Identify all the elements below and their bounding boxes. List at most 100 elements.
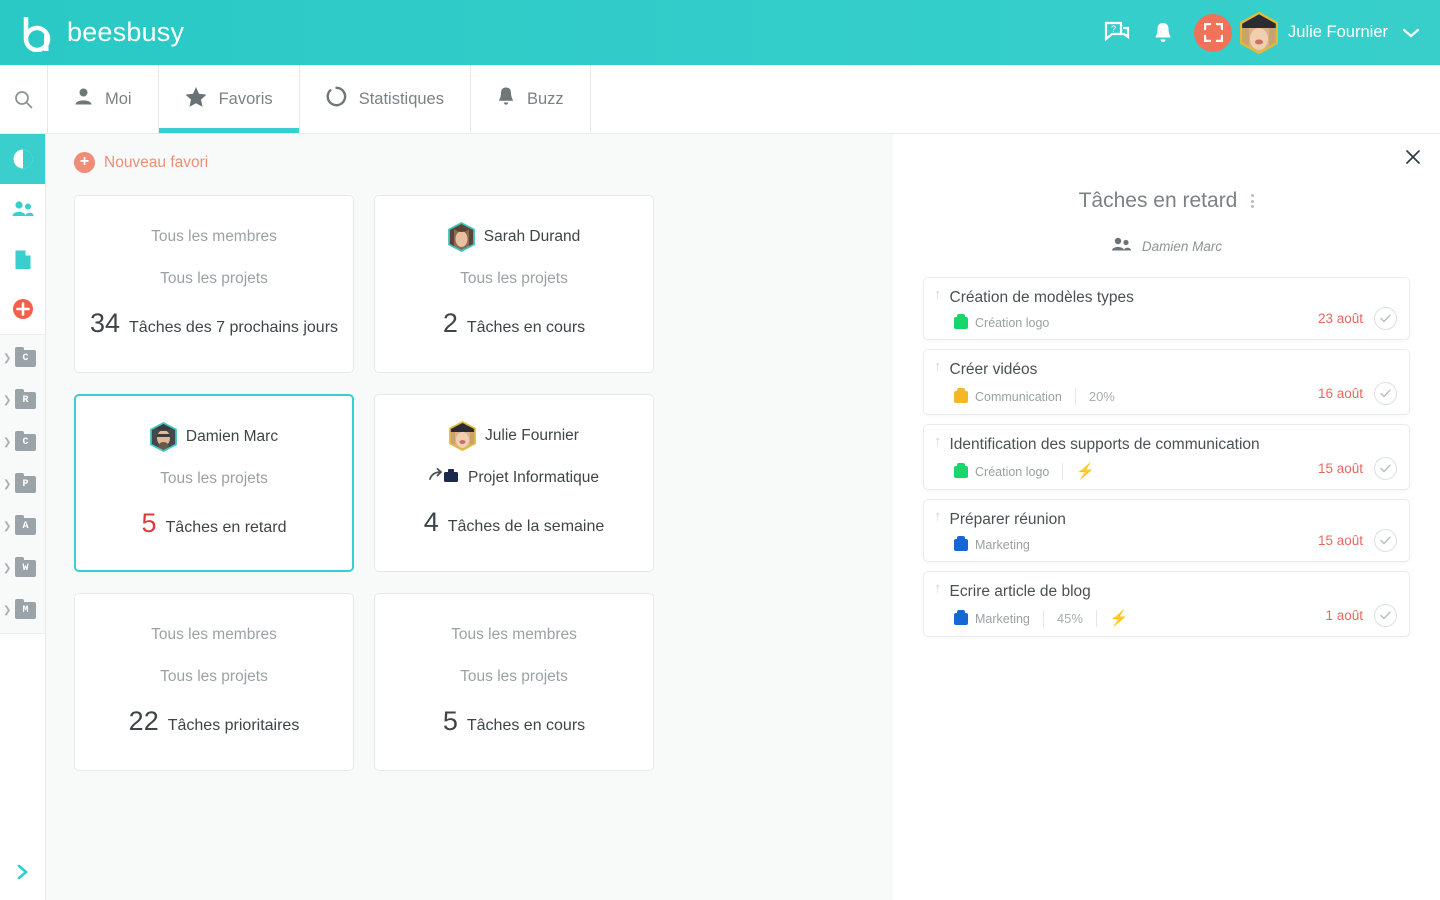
task-project: Création logo bbox=[954, 314, 1049, 330]
favorite-card[interactable]: Tous les membres Tous les projets 34 Tâc… bbox=[74, 195, 354, 373]
favorites-panel: + Nouveau favori Tous les membres Tous l… bbox=[46, 134, 893, 900]
card-member-label: Sarah Durand bbox=[483, 228, 581, 245]
card-member: Tous les membres bbox=[151, 222, 277, 252]
card-member-label: Tous les membres bbox=[151, 626, 277, 643]
card-project: Tous les projets bbox=[160, 665, 268, 689]
task-row[interactable]: ↑ Création de modèles types Création log… bbox=[923, 277, 1410, 340]
priority-arrow-icon: ↑ bbox=[934, 580, 942, 597]
new-favorite-button[interactable]: + Nouveau favori bbox=[74, 152, 893, 173]
rail-project-item[interactable]: ❯ A bbox=[0, 505, 45, 547]
user-name: Julie Fournier bbox=[1288, 23, 1388, 41]
fullscreen-icon[interactable] bbox=[1194, 13, 1233, 52]
card-member-label: Julie Fournier bbox=[485, 427, 579, 444]
task-head: ↑ Identification des supports de communi… bbox=[934, 434, 1397, 455]
chat-help-icon[interactable]: ? bbox=[1094, 10, 1140, 56]
beesbusy-logo-icon bbox=[22, 14, 58, 52]
team-icon[interactable] bbox=[0, 184, 45, 234]
task-row[interactable]: ↑ Ecrire article de blog Marketing 45% ⚡… bbox=[923, 571, 1410, 637]
favorite-card-selected[interactable]: Damien Marc Tous les projets 5 Tâches en… bbox=[74, 394, 354, 572]
divider bbox=[1062, 463, 1064, 480]
task-row[interactable]: ↑ Préparer réunion Marketing 15 août bbox=[923, 499, 1410, 562]
panel-header: Tâches en retard bbox=[893, 189, 1440, 213]
card-count-label: Tâches prioritaires bbox=[167, 717, 300, 734]
rail-project-item[interactable]: ❯ R bbox=[0, 379, 45, 421]
logo[interactable]: beesbusy bbox=[22, 14, 184, 52]
star-icon bbox=[185, 86, 207, 112]
card-count: 34 bbox=[89, 308, 121, 338]
task-due-date: 15 août bbox=[1317, 461, 1363, 476]
close-icon[interactable] bbox=[1398, 142, 1428, 172]
rail-expand-button[interactable] bbox=[0, 844, 45, 900]
header-actions: ? Julie Fournier bbox=[1094, 10, 1420, 56]
favorite-card[interactable]: Tous les membres Tous les projets 22 Tâc… bbox=[74, 593, 354, 771]
rail-project-item[interactable]: ❯ C bbox=[0, 337, 45, 379]
more-vertical-icon[interactable] bbox=[1251, 194, 1255, 208]
avatar[interactable] bbox=[1239, 11, 1279, 54]
share-briefcase-icon bbox=[429, 467, 461, 489]
avatar bbox=[150, 421, 177, 453]
chevron-right-icon: ❯ bbox=[3, 562, 12, 574]
card-count: 22 bbox=[128, 706, 159, 736]
card-project-label: Tous les projets bbox=[160, 470, 268, 487]
svg-text:?: ? bbox=[1111, 24, 1116, 34]
search-icon[interactable] bbox=[0, 65, 48, 133]
chevron-right-icon: ❯ bbox=[3, 520, 12, 532]
chevron-down-icon[interactable] bbox=[1402, 27, 1420, 39]
card-member: Sarah Durand bbox=[447, 221, 581, 253]
card-member-label: Tous les membres bbox=[151, 228, 277, 245]
logo-text: beesbusy bbox=[67, 17, 185, 47]
project-badge: M bbox=[15, 598, 36, 619]
tab-statistiques[interactable]: Statistiques bbox=[300, 65, 471, 133]
task-project-label: Création logo bbox=[975, 464, 1050, 479]
task-head: ↑ Création de modèles types bbox=[934, 287, 1397, 308]
tab-buzz[interactable]: Buzz bbox=[471, 65, 591, 133]
rail-project-item[interactable]: ❯ W bbox=[0, 547, 45, 589]
card-stat: 2 Tâches en cours bbox=[443, 308, 585, 339]
favorite-card[interactable]: Julie Fournier Projet Informatique 4 Tâc… bbox=[374, 394, 654, 572]
chevron-right-icon: ❯ bbox=[3, 352, 12, 364]
project-badge: P bbox=[15, 472, 36, 493]
card-count: 2 bbox=[442, 308, 458, 338]
task-row[interactable]: ↑ Identification des supports de communi… bbox=[923, 424, 1410, 490]
divider bbox=[1095, 610, 1097, 627]
briefcase-icon bbox=[954, 609, 968, 625]
tab-moi[interactable]: Moi bbox=[48, 65, 159, 133]
task-title: Ecrire article de blog bbox=[949, 583, 1091, 600]
card-project: Tous les projets bbox=[460, 665, 568, 689]
card-project: Projet Informatique bbox=[429, 466, 599, 490]
rail-project-item[interactable]: ❯ P bbox=[0, 463, 45, 505]
favorite-cards-grid: Tous les membres Tous les projets 34 Tâc… bbox=[74, 195, 893, 771]
tab-favoris[interactable]: Favoris bbox=[158, 65, 300, 133]
project-badge: W bbox=[15, 556, 36, 577]
card-count-label: Tâches en cours bbox=[466, 319, 586, 336]
document-icon[interactable] bbox=[0, 234, 45, 284]
chevron-right-icon: ❯ bbox=[3, 604, 12, 616]
favorite-card[interactable]: Tous les membres Tous les projets 5 Tâch… bbox=[374, 593, 654, 771]
pie-chart-icon bbox=[326, 86, 347, 112]
dashboard-icon[interactable] bbox=[0, 134, 45, 184]
tab-label: Moi bbox=[105, 89, 132, 108]
rail-project-item[interactable]: ❯ M bbox=[0, 589, 45, 631]
card-project-label: Tous les projets bbox=[160, 270, 268, 287]
person-icon bbox=[74, 87, 93, 111]
task-complete-checkbox[interactable] bbox=[1374, 604, 1397, 627]
card-stat: 22 Tâches prioritaires bbox=[129, 706, 300, 737]
card-project: Tous les projets bbox=[160, 267, 268, 291]
task-project-label: Marketing bbox=[975, 538, 1030, 552]
favorite-card[interactable]: Sarah Durand Tous les projets 2 Tâches e… bbox=[374, 195, 654, 373]
task-project-label: Communication bbox=[975, 389, 1062, 404]
task-complete-checkbox[interactable] bbox=[1374, 382, 1397, 405]
task-head: ↑ Préparer réunion bbox=[934, 509, 1397, 530]
rail-project-item[interactable]: ❯ C bbox=[0, 421, 45, 463]
bell-icon[interactable] bbox=[1140, 10, 1186, 56]
task-complete-checkbox[interactable] bbox=[1374, 529, 1397, 552]
add-icon[interactable] bbox=[0, 284, 45, 334]
briefcase-icon bbox=[954, 314, 968, 329]
card-stat: 4 Tâches de la semaine bbox=[424, 507, 605, 538]
priority-bolt-icon: ⚡ bbox=[1076, 462, 1096, 480]
task-complete-checkbox[interactable] bbox=[1374, 457, 1397, 480]
task-row[interactable]: ↑ Créer vidéos Communication 20% 16 août bbox=[923, 349, 1410, 415]
card-stat: 5 Tâches en cours bbox=[443, 706, 585, 737]
task-complete-checkbox[interactable] bbox=[1374, 307, 1397, 330]
task-right: 15 août bbox=[1318, 457, 1397, 480]
